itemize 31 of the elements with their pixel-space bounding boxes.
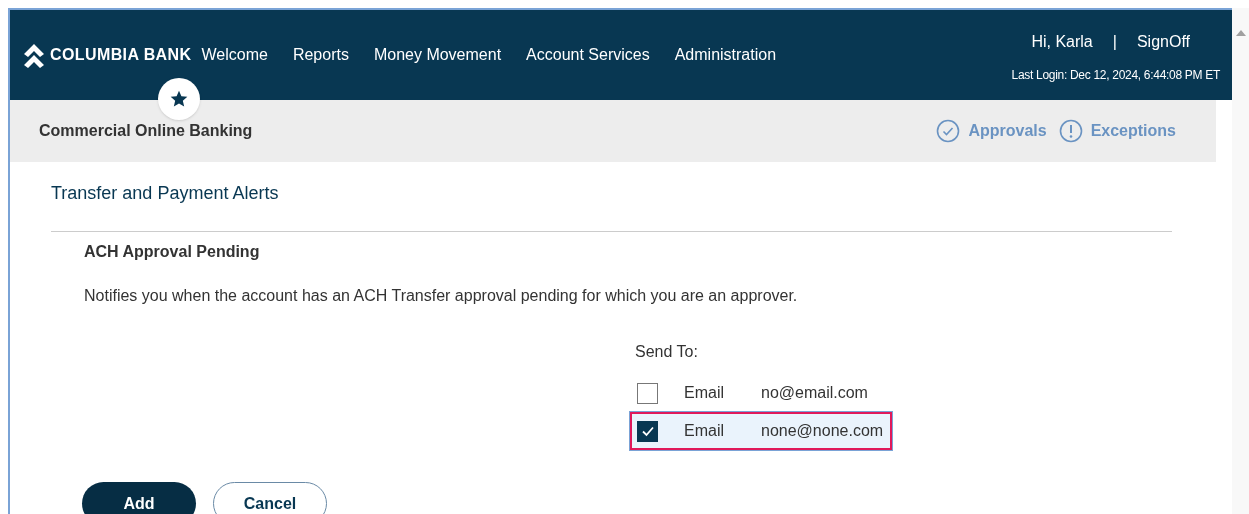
section-title: Transfer and Payment Alerts [51, 180, 1172, 232]
last-login: Last Login: Dec 12, 2024, 6:44:08 PM ET [1011, 67, 1220, 84]
alert-description: Notifies you when the account has an ACH Transfer approval pending for which you are an approver. [84, 286, 799, 306]
greeting: Hi, Karla [1031, 32, 1093, 52]
exclamation-circle-icon [1058, 119, 1083, 143]
recipient-row[interactable]: Email none@none.com [630, 412, 892, 450]
nav-link[interactable]: Money Movement [373, 43, 502, 67]
add-button[interactable]: Add [82, 482, 196, 514]
app-title: Commercial Online Banking [39, 121, 253, 141]
nav-link[interactable]: Account Services [526, 43, 650, 67]
recipient-address: none@none.com [761, 421, 884, 441]
nav-link[interactable]: Administration [674, 43, 777, 67]
favorites-button[interactable] [158, 78, 200, 120]
recipient-type: Email [684, 421, 725, 441]
checkbox[interactable] [637, 420, 658, 442]
scroll-up-icon [1235, 30, 1246, 36]
alert-name: ACH Approval Pending [84, 242, 261, 262]
recipient-row[interactable]: Email no@email.com [630, 374, 892, 412]
brand-name: COLUMBIA BANK [50, 45, 192, 65]
separator: | [1112, 32, 1117, 52]
sign-off-link[interactable]: SignOff [1136, 30, 1190, 54]
star-icon [169, 89, 189, 109]
recipient-address: no@email.com [761, 383, 868, 403]
recipient-type: Email [684, 383, 725, 403]
checkbox[interactable] [637, 382, 658, 404]
check-circle-icon [936, 119, 961, 143]
nav-link[interactable]: Reports [292, 43, 349, 67]
send-to-label: Send To: [635, 342, 699, 362]
checkmark-icon [640, 424, 655, 438]
cancel-button[interactable]: Cancel [213, 482, 327, 514]
nav-link[interactable]: Welcome [201, 43, 268, 67]
